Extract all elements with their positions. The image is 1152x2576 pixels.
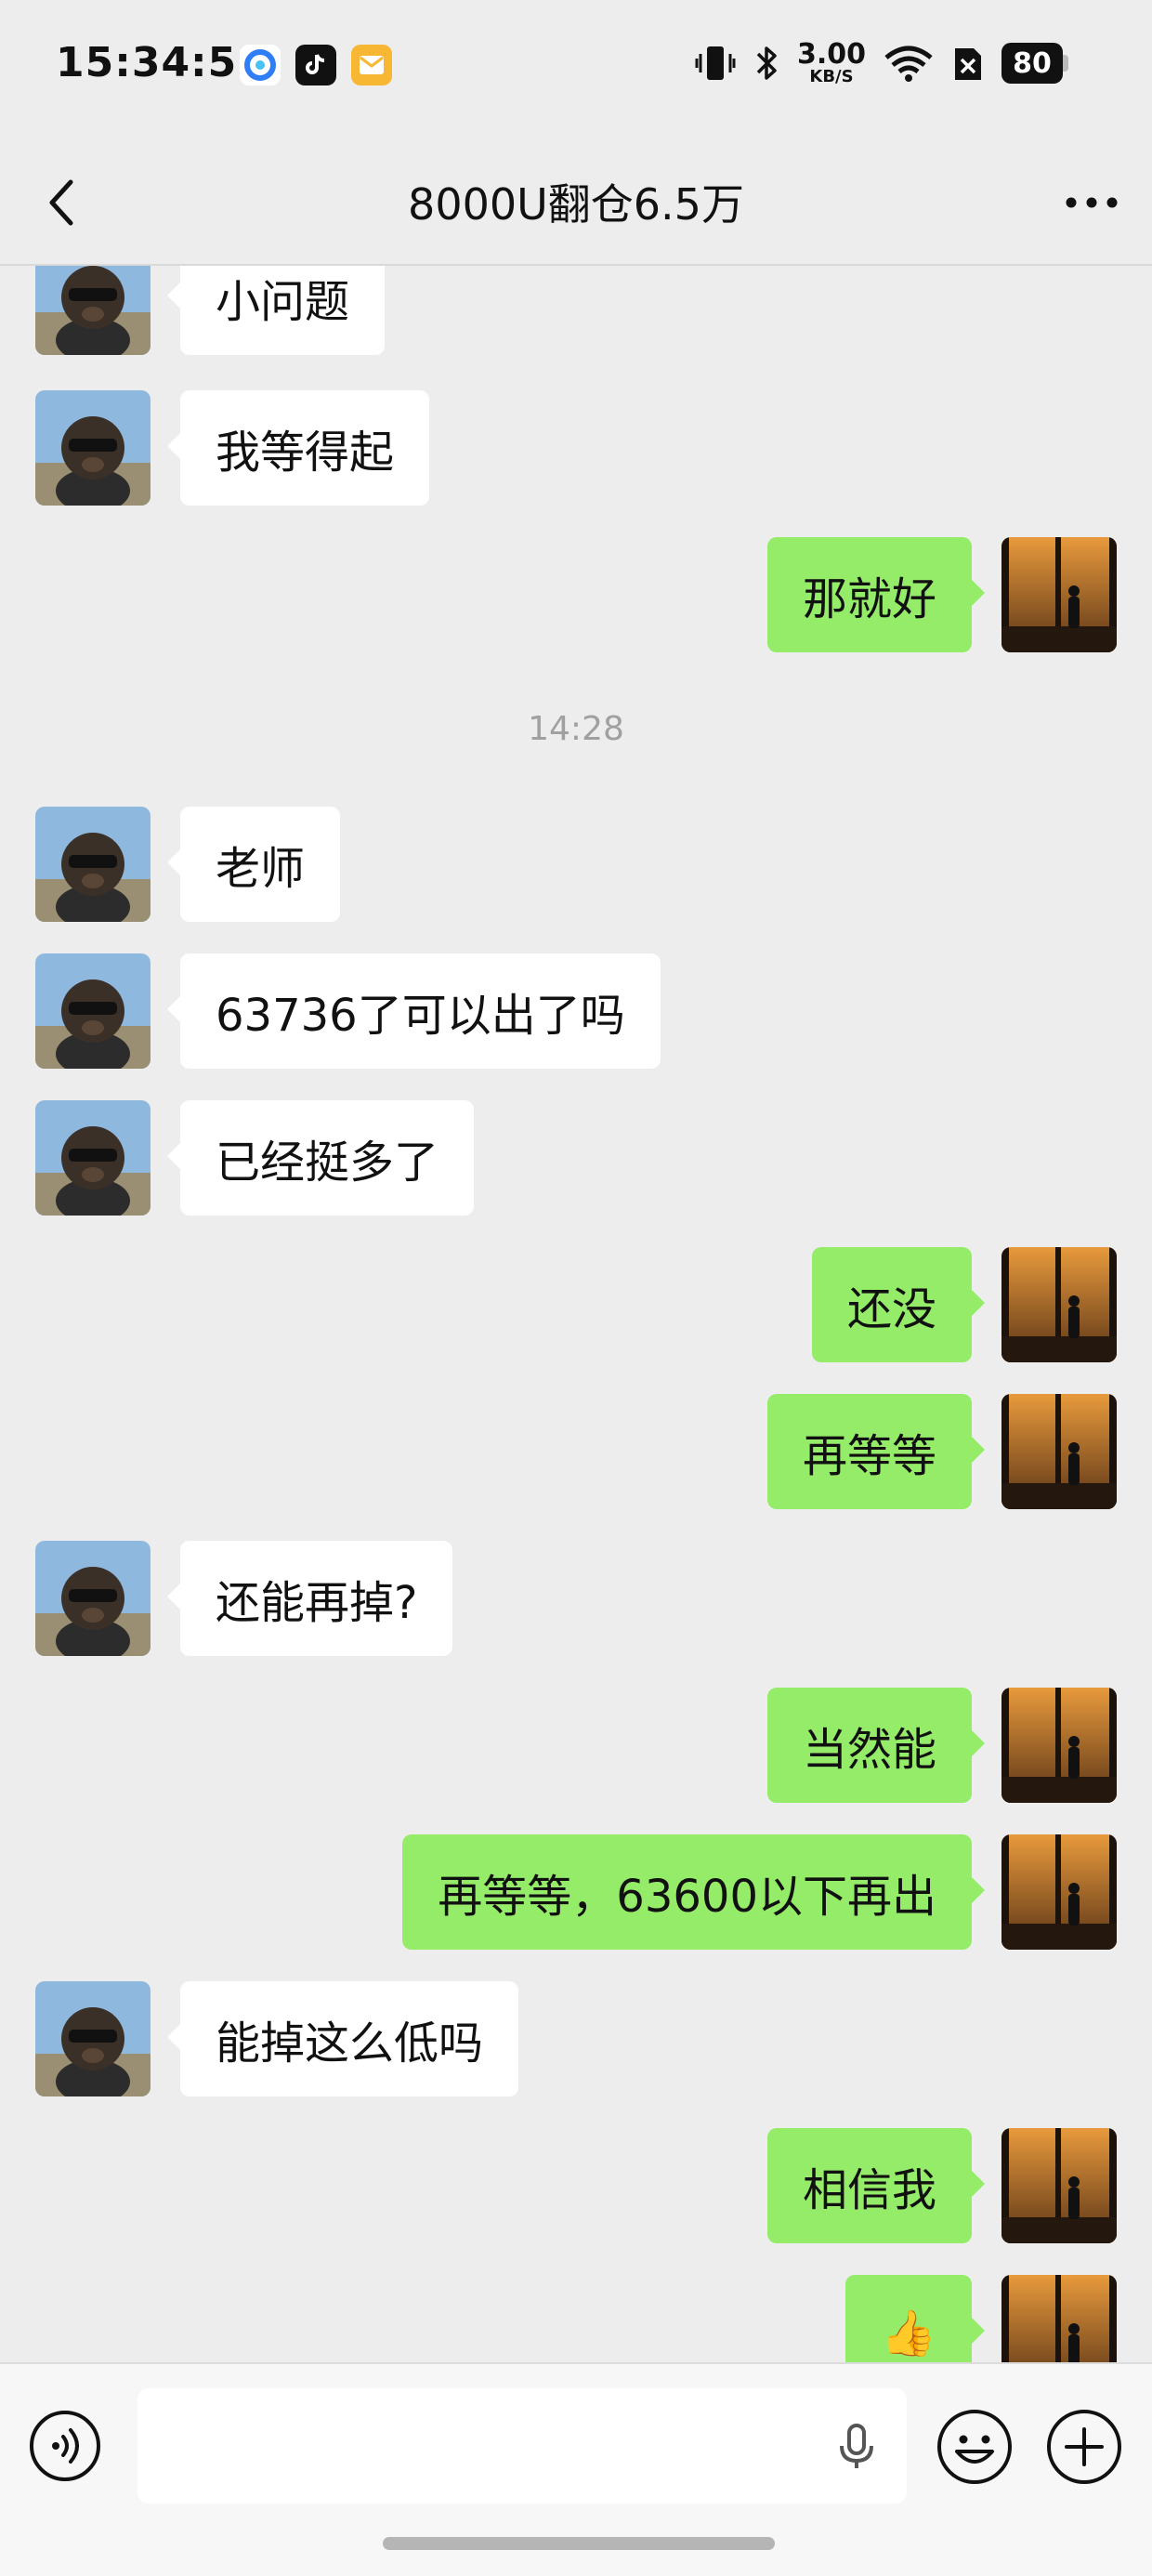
message-outgoing: 👍	[0, 2275, 1152, 2362]
message-bubble[interactable]: 能掉这么低吗	[166, 1981, 519, 2096]
message-bubble[interactable]: 老师	[166, 807, 341, 922]
my-avatar[interactable]	[1001, 1688, 1117, 1803]
message-bubble[interactable]: 那就好	[766, 537, 986, 652]
message-outgoing: 再等等，63600以下再出	[0, 1834, 1152, 1950]
message-outgoing: 再等等	[0, 1394, 1152, 1509]
message-incoming: 能掉这么低吗	[0, 1981, 1152, 2096]
message-list[interactable]: 小问题 我等得起 那就好 14:28 老师 63736了可以出了吗 已经挺多了 …	[0, 266, 1152, 2362]
voice-mode-button[interactable]	[28, 2409, 102, 2483]
my-avatar[interactable]	[1001, 1247, 1117, 1362]
battery-level: 80	[1001, 43, 1063, 84]
status-bar: 15:34:51 3.00 KB/S 80	[0, 0, 1152, 139]
status-indicators: 3.00 KB/S 80	[695, 41, 1068, 85]
plus-icon	[1047, 2410, 1121, 2484]
contact-avatar[interactable]	[35, 266, 151, 355]
voice-mode-icon	[30, 2411, 100, 2481]
my-avatar[interactable]	[1001, 1394, 1117, 1509]
message-incoming: 已经挺多了	[0, 1100, 1152, 1216]
browser-app-icon	[240, 45, 281, 85]
network-speed-unit: KB/S	[809, 67, 854, 86]
message-bubble[interactable]: 还没	[811, 1247, 986, 1362]
contact-avatar[interactable]	[35, 1100, 151, 1216]
contact-avatar[interactable]	[35, 390, 151, 506]
message-outgoing: 当然能	[0, 1688, 1152, 1803]
status-app-icons	[240, 45, 392, 85]
battery-icon: 80	[1001, 43, 1068, 84]
message-bubble[interactable]: 已经挺多了	[166, 1100, 475, 1216]
more-actions-button[interactable]	[1044, 2407, 1124, 2487]
message-incoming: 63736了可以出了吗	[0, 953, 1152, 1069]
message-bubble[interactable]: 63736了可以出了吗	[167, 953, 661, 1069]
message-outgoing: 还没	[0, 1247, 1152, 1362]
my-avatar[interactable]	[1001, 2128, 1117, 2243]
wifi-icon	[884, 46, 933, 82]
mail-app-icon	[351, 45, 392, 85]
message-outgoing: 相信我	[0, 2128, 1152, 2243]
contact-avatar[interactable]	[35, 807, 151, 922]
contact-avatar[interactable]	[35, 1541, 151, 1656]
message-bubble[interactable]: 再等等，63600以下再出	[402, 1834, 985, 1950]
message-bubble[interactable]: 小问题	[166, 266, 386, 355]
message-input[interactable]	[137, 2388, 907, 2504]
message-incoming: 老师	[0, 807, 1152, 922]
my-avatar[interactable]	[1001, 537, 1117, 652]
my-avatar[interactable]	[1001, 2275, 1117, 2362]
no-sim-icon	[955, 48, 981, 80]
message-timestamp: 14:28	[528, 710, 624, 748]
bluetooth-icon	[756, 46, 777, 80]
message-bubble[interactable]: 当然能	[766, 1688, 986, 1803]
contact-avatar[interactable]	[35, 1981, 151, 2096]
contact-avatar[interactable]	[35, 953, 151, 1069]
message-bubble[interactable]: 再等等	[766, 1394, 986, 1509]
more-dots-icon	[1066, 197, 1118, 208]
message-incoming: 我等得起	[0, 390, 1152, 506]
status-time: 15:34:51	[56, 39, 267, 86]
vibrate-icon	[695, 46, 736, 80]
emoji-button[interactable]	[935, 2407, 1015, 2487]
message-outgoing: 那就好	[0, 537, 1152, 652]
microphone-icon[interactable]	[829, 2418, 884, 2474]
my-avatar[interactable]	[1001, 1834, 1117, 1950]
more-button[interactable]	[1059, 177, 1124, 229]
input-bar	[0, 2362, 1152, 2576]
message-bubble[interactable]: 相信我	[766, 2128, 986, 2243]
emoji-icon	[937, 2410, 1012, 2484]
message-incoming: 还能再掉?	[0, 1541, 1152, 1656]
network-speed: 3.00 KB/S	[797, 41, 866, 85]
home-indicator[interactable]	[383, 2537, 775, 2550]
network-speed-value: 3.00	[796, 38, 866, 71]
thumbs-up-emoji-bubble[interactable]: 👍	[845, 2275, 985, 2362]
tiktok-app-icon	[295, 45, 336, 85]
chat-header: 8000U翻仓6.5万	[0, 139, 1152, 266]
message-bubble[interactable]: 我等得起	[166, 390, 430, 506]
chat-title: 8000U翻仓6.5万	[408, 179, 744, 230]
message-bubble[interactable]: 还能再掉?	[166, 1541, 453, 1656]
message-incoming: 小问题	[0, 266, 1152, 355]
